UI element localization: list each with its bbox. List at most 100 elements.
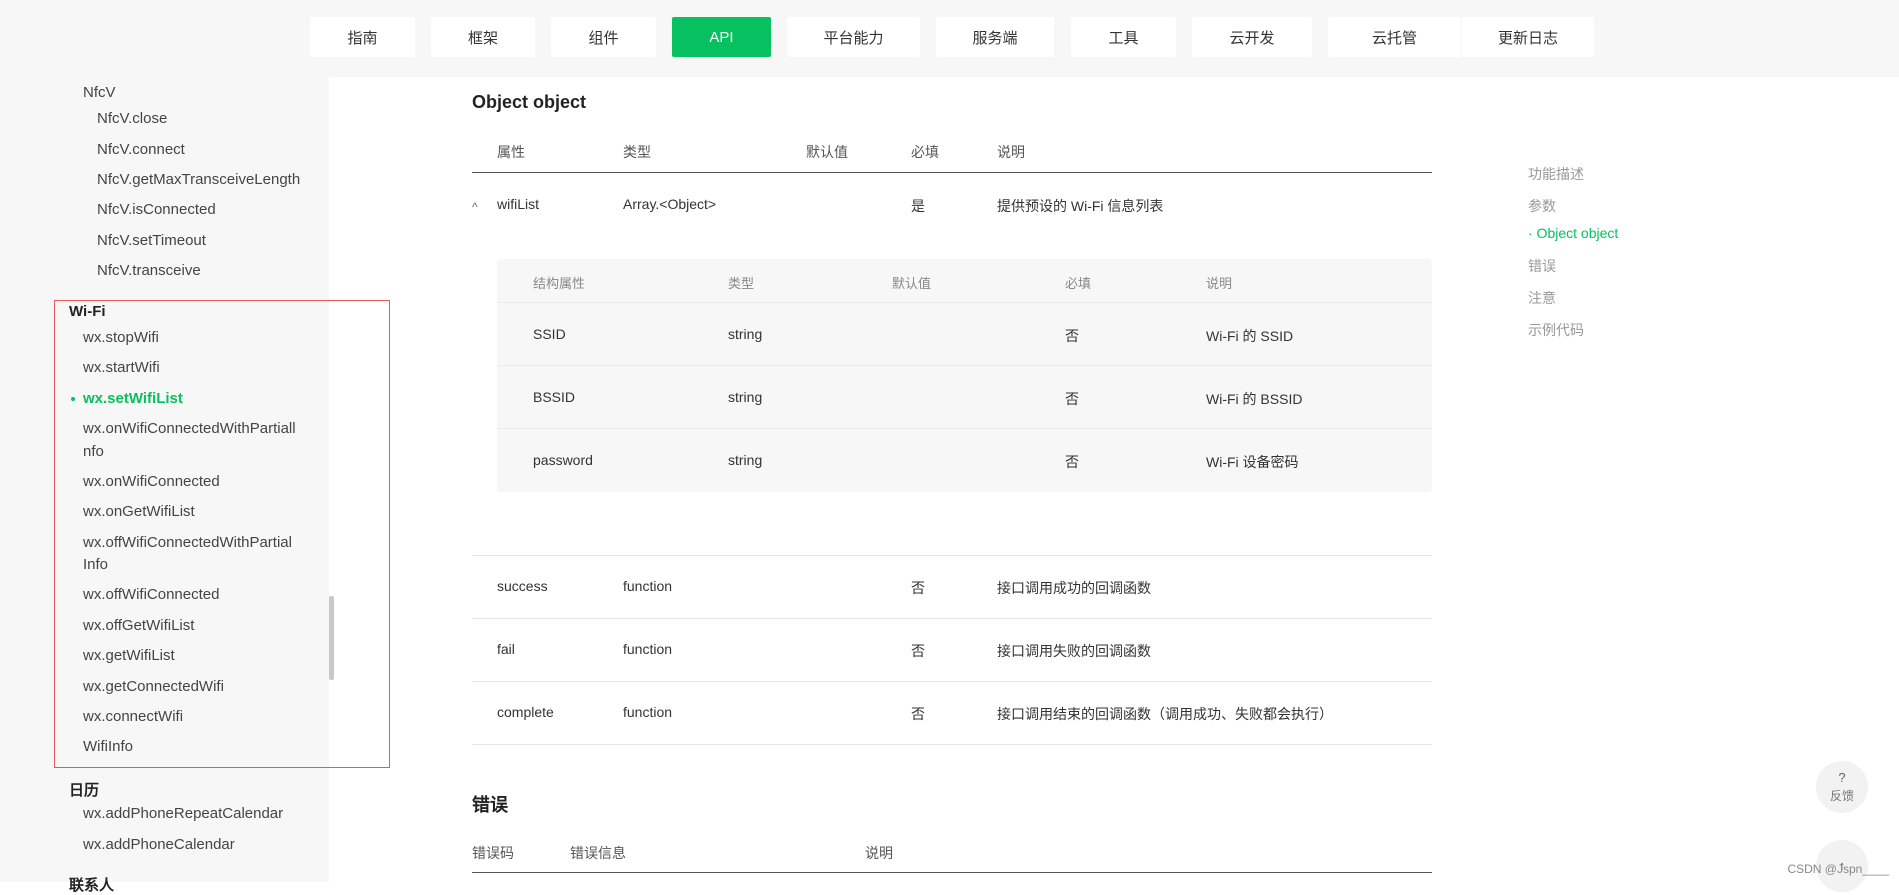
toc-item[interactable]: 示例代码 — [1528, 320, 1584, 340]
param-name: wifiList — [497, 196, 539, 212]
sidebar-item[interactable]: wx.getConnectedWifi — [83, 676, 224, 698]
table-cell: function — [623, 578, 672, 594]
table-header: 类型 — [623, 142, 651, 162]
table-cell: 否 — [911, 578, 925, 598]
table-header: 错误码 — [472, 843, 514, 863]
sidebar-item[interactable]: wx.addPhoneCalendar — [83, 834, 235, 856]
active-dot-icon — [71, 397, 75, 401]
nav-framework[interactable]: 框架 — [431, 17, 535, 57]
table-header: 必填 — [911, 142, 939, 162]
divider — [472, 618, 1432, 619]
table-cell: fail — [497, 641, 515, 657]
feedback-label: 反馈 — [1830, 787, 1854, 804]
sidebar-item-wrap[interactable]: nfo — [83, 441, 104, 463]
divider — [472, 681, 1432, 682]
toc-item[interactable]: 错误 — [1528, 256, 1556, 276]
nav-cloud-dev[interactable]: 云开发 — [1192, 17, 1312, 57]
nav-cloud-hosting[interactable]: 云托管 — [1328, 17, 1461, 57]
top-nav: 指南 框架 组件 API 平台能力 服务端 工具 云开发 云托管 更新日志 — [0, 0, 1899, 77]
table-cell: Wi-Fi 设备密码 — [1206, 452, 1299, 472]
sidebar-group-wifi[interactable]: Wi-Fi — [69, 303, 106, 320]
nav-server[interactable]: 服务端 — [936, 17, 1054, 57]
table-cell: 接口调用失败的回调函数 — [997, 641, 1151, 661]
sidebar-item[interactable]: wx.offWifiConnectedWithPartial — [83, 532, 292, 554]
table-cell: 接口调用成功的回调函数 — [997, 578, 1151, 598]
param-type: Array.<Object> — [623, 196, 716, 212]
divider — [472, 555, 1432, 556]
table-cell: Wi-Fi 的 BSSID — [1206, 389, 1302, 409]
table-cell: password — [533, 452, 593, 468]
sidebar-group-contacts[interactable]: 联系人 — [69, 874, 114, 895]
table-cell: SSID — [533, 326, 566, 342]
table-cell: 接口调用结束的回调函数（调用成功、失败都会执行） — [997, 704, 1333, 724]
table-cell: string — [728, 452, 762, 468]
nav-tools[interactable]: 工具 — [1071, 17, 1176, 57]
sub-header: 类型 — [728, 273, 754, 292]
table-cell: string — [728, 389, 762, 405]
table-cell: success — [497, 578, 548, 594]
sub-header: 结构属性 — [533, 273, 585, 292]
sidebar-item-active[interactable]: wx.setWifiList — [83, 388, 183, 410]
sidebar-group-calendar[interactable]: 日历 — [69, 779, 99, 800]
table-header: 默认值 — [806, 142, 848, 162]
param-required: 是 — [911, 196, 925, 216]
chevron-up-icon[interactable]: ^ — [472, 200, 478, 214]
sidebar-item[interactable]: wx.startWifi — [83, 357, 160, 379]
question-icon: ? — [1838, 771, 1845, 785]
sidebar-group-nfcv[interactable]: NfcV — [83, 82, 116, 104]
sidebar-item[interactable]: wx.offWifiConnected — [83, 584, 219, 606]
sidebar-item[interactable]: wx.onGetWifiList — [83, 501, 195, 523]
table-cell: 否 — [1065, 452, 1079, 472]
table-cell: string — [728, 326, 762, 342]
table-cell: 否 — [1065, 389, 1079, 409]
sidebar-item[interactable]: wx.connectWifi — [83, 706, 183, 728]
table-cell: 否 — [1065, 326, 1079, 346]
table-header: 说明 — [865, 843, 893, 863]
sidebar-item[interactable]: wx.offGetWifiList — [83, 615, 194, 637]
toc-item[interactable]: 功能描述 — [1528, 164, 1584, 184]
sidebar-item[interactable]: WifiInfo — [83, 736, 133, 758]
sidebar-scrollbar[interactable] — [329, 596, 334, 680]
sidebar-item[interactable]: NfcV.setTimeout — [97, 230, 206, 252]
feedback-button[interactable]: ? 反馈 — [1816, 761, 1868, 813]
error-section-title: 错误 — [472, 791, 508, 817]
sidebar-item[interactable]: NfcV.transceive — [97, 260, 201, 282]
table-cell: BSSID — [533, 389, 575, 405]
sidebar-item[interactable]: NfcV.close — [97, 108, 167, 130]
sub-header: 说明 — [1206, 273, 1232, 292]
sidebar-item[interactable]: wx.onWifiConnected — [83, 471, 220, 493]
header-divider — [472, 172, 1432, 173]
table-cell: 否 — [911, 704, 925, 724]
nav-api[interactable]: API — [672, 17, 771, 57]
sidebar-item[interactable]: NfcV.connect — [97, 139, 185, 161]
sidebar-item[interactable]: wx.addPhoneRepeatCalendar — [83, 803, 283, 825]
sidebar-item[interactable]: NfcV.getMaxTransceiveLength — [97, 169, 300, 191]
sidebar-item-wrap[interactable]: Info — [83, 554, 108, 576]
toc-item[interactable]: 注意 — [1528, 288, 1556, 308]
param-desc: 提供预设的 Wi-Fi 信息列表 — [997, 196, 1163, 216]
divider — [497, 428, 1432, 429]
sidebar-item[interactable]: wx.stopWifi — [83, 327, 159, 349]
table-cell: 否 — [911, 641, 925, 661]
nav-platform[interactable]: 平台能力 — [787, 17, 920, 57]
section-title: Object object — [472, 92, 586, 113]
sub-header: 必填 — [1065, 273, 1091, 292]
table-cell: Wi-Fi 的 SSID — [1206, 326, 1293, 346]
table-header: 属性 — [497, 142, 525, 162]
table-cell: function — [623, 641, 672, 657]
nav-changelog[interactable]: 更新日志 — [1462, 17, 1594, 57]
divider — [472, 744, 1432, 745]
sidebar-item[interactable]: wx.getWifiList — [83, 645, 175, 667]
sidebar-item[interactable]: wx.onWifiConnectedWithPartiall — [83, 418, 296, 440]
header-divider — [472, 872, 1432, 873]
divider — [497, 365, 1432, 366]
nav-guide[interactable]: 指南 — [310, 17, 415, 57]
toc-item-active[interactable]: · Object object — [1528, 225, 1618, 241]
table-header: 说明 — [997, 142, 1025, 162]
sidebar-item[interactable]: NfcV.isConnected — [97, 199, 216, 221]
nav-components[interactable]: 组件 — [551, 17, 656, 57]
watermark: CSDN @Jspn____ — [1787, 862, 1889, 876]
toc-item[interactable]: 参数 — [1528, 196, 1556, 216]
table-cell: function — [623, 704, 672, 720]
table-cell: complete — [497, 704, 554, 720]
